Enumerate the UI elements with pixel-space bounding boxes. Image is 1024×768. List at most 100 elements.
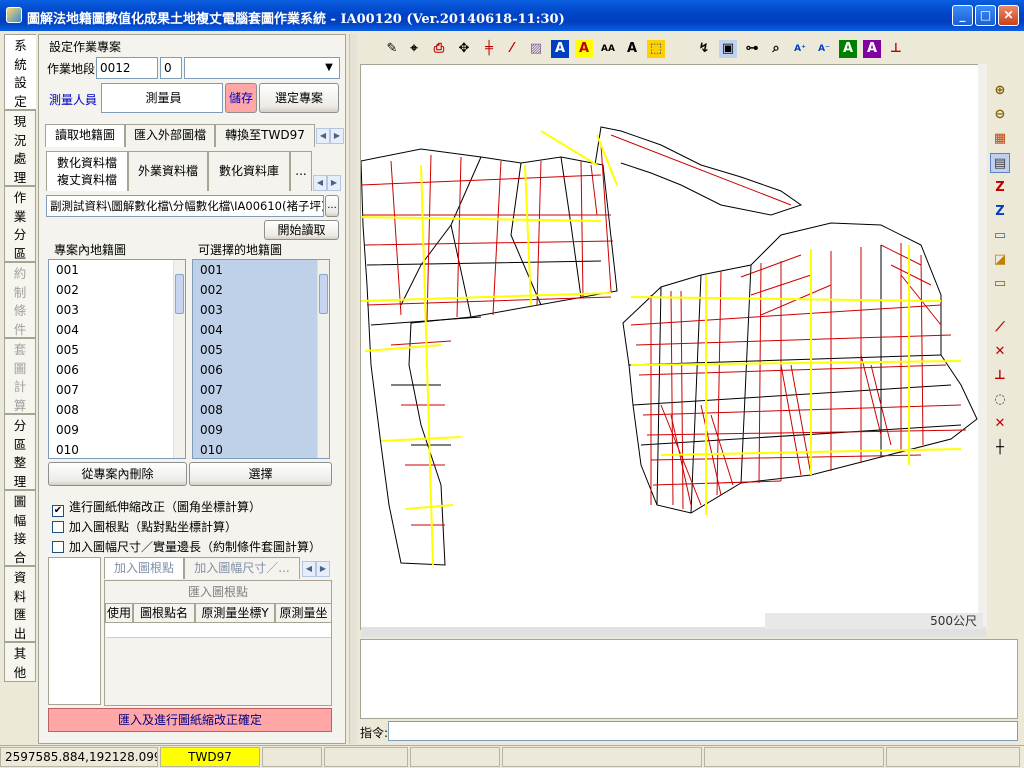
move-icon[interactable]: ✥ <box>455 40 473 58</box>
tab-convert-twd97[interactable]: 轉換至TWD97 <box>215 124 315 147</box>
scroll-right-icon[interactable]: ▶ <box>316 561 330 577</box>
checkbox[interactable] <box>52 521 64 533</box>
path-field[interactable]: 副測試資料\圖解數化檔\分幅數化檔\IA00610(褚子坪)\ <box>46 195 324 217</box>
list-item[interactable]: 008 <box>193 400 329 420</box>
list-item[interactable]: 010 <box>193 440 329 458</box>
scroll-right-icon[interactable]: ▶ <box>330 128 344 144</box>
list-item[interactable]: 007 <box>193 380 329 400</box>
start-read-button[interactable]: 開始讀取 <box>264 220 339 240</box>
list-item[interactable]: 009 <box>49 420 185 440</box>
scroll-left-icon[interactable]: ◀ <box>302 561 316 577</box>
available-sheet-list[interactable]: 001 002 003 004 005 006 007 008 009 010 <box>192 259 330 459</box>
line-draw-icon[interactable]: ⟋ <box>990 318 1010 338</box>
z-blue-icon[interactable]: Z <box>990 202 1010 222</box>
tab-constraints[interactable]: 約制條件 <box>4 262 36 338</box>
browse-button[interactable]: ... <box>325 195 339 217</box>
tab-import-external[interactable]: 匯入外部圖檔 <box>125 124 215 147</box>
list-item[interactable]: 003 <box>49 300 185 320</box>
perpendicular-icon[interactable]: ⊥ <box>990 366 1010 386</box>
fill-icon[interactable]: ▨ <box>527 40 545 58</box>
section-sub-field[interactable]: 0 <box>160 57 182 79</box>
label-purple-icon[interactable]: A <box>863 40 881 58</box>
node-icon[interactable]: ⌖ <box>405 40 423 58</box>
circle-icon[interactable]: ◌ <box>990 390 1010 410</box>
label-green-icon[interactable]: A <box>839 40 857 58</box>
minimize-button[interactable]: _ <box>952 5 973 26</box>
option-paper-scale[interactable]: ✔ 進行圖紙伸縮改正（圖角坐標計算） <box>52 498 261 517</box>
scroll-right-icon[interactable]: ▶ <box>327 175 341 191</box>
zoom-in-icon[interactable]: ⊕ <box>990 81 1010 101</box>
list-item[interactable]: 001 <box>193 260 329 280</box>
command-input[interactable] <box>388 721 1018 741</box>
text-a-icon[interactable]: A <box>623 40 641 58</box>
choose-button[interactable]: 選擇 <box>189 462 332 486</box>
tab-field-file[interactable]: 外業資料檔 <box>128 151 208 191</box>
maximize-button[interactable]: □ <box>975 5 996 26</box>
list-item[interactable]: 001 <box>49 260 185 280</box>
tab-zoning[interactable]: 作業分區 <box>4 186 36 262</box>
list-item[interactable]: 009 <box>193 420 329 440</box>
surveyor-field[interactable]: 測量員 <box>101 83 223 113</box>
snap-icon[interactable]: ↯ <box>695 40 713 58</box>
font-up-icon[interactable]: A⁺ <box>791 40 809 58</box>
map-canvas[interactable] <box>360 64 986 630</box>
layer-icon[interactable]: ▤ <box>990 153 1010 173</box>
section-dropdown[interactable]: ▼ <box>184 57 340 79</box>
checkbox[interactable] <box>52 541 64 553</box>
project-sheet-list[interactable]: 001 002 003 004 005 006 007 008 009 010 <box>48 259 186 459</box>
tab-read-cadastral[interactable]: 讀取地籍圖 <box>45 124 125 147</box>
tab-add-sheet-size[interactable]: 加入圖幅尺寸／... <box>184 557 300 579</box>
list-item[interactable]: 004 <box>49 320 185 340</box>
z-red-icon[interactable]: Z <box>990 178 1010 198</box>
list-item[interactable]: 008 <box>49 400 185 420</box>
option-control-points[interactable]: 加入圖根點（點對點坐標計算） <box>52 518 237 535</box>
list-item[interactable]: 005 <box>193 340 329 360</box>
pencil-icon[interactable]: ✎ <box>383 40 401 58</box>
list-item[interactable]: 002 <box>49 280 185 300</box>
section-code-field[interactable]: 0012 <box>96 57 158 79</box>
tab-digitized-db[interactable]: 數化資料庫 <box>208 151 290 191</box>
save-icon[interactable]: ▭ <box>990 226 1010 246</box>
delete-icon[interactable]: ✕ <box>990 414 1010 434</box>
line-icon[interactable]: ⁄ <box>503 40 521 58</box>
splitter[interactable] <box>349 34 357 744</box>
list-item[interactable]: 006 <box>193 360 329 380</box>
scroll-left-icon[interactable]: ◀ <box>313 175 327 191</box>
save-disk-icon[interactable]: ▭ <box>990 274 1010 294</box>
tab-sheet-join[interactable]: 圖幅接合 <box>4 490 36 566</box>
list-item[interactable]: 005 <box>49 340 185 360</box>
tab-overlay-calc[interactable]: 套圖計算 <box>4 338 36 414</box>
confirm-button[interactable]: 匯入及進行圖紙縮改正確定 <box>48 708 332 732</box>
scrollbar[interactable] <box>317 260 329 458</box>
text-aa-icon[interactable]: AA <box>599 40 617 58</box>
zoom-out-icon[interactable]: ⊖ <box>990 105 1010 125</box>
option-sheet-size[interactable]: 加入圖幅尺寸／實量邊長（約制條件套圖計算） <box>52 538 321 555</box>
tab-status-processing[interactable]: 現況處理 <box>4 110 36 186</box>
grid-icon[interactable]: ▦ <box>990 129 1010 149</box>
tab-other[interactable]: 其他 <box>4 642 36 682</box>
list-item[interactable]: 004 <box>193 320 329 340</box>
save-button[interactable]: 儲存 <box>225 83 257 113</box>
list-item[interactable]: 007 <box>49 380 185 400</box>
line-cut-icon[interactable]: ╪ <box>480 40 498 58</box>
tab-zone-arrange[interactable]: 分區整理 <box>4 414 36 490</box>
tab-data-export[interactable]: 資料匯出 <box>4 566 36 642</box>
close-button[interactable]: ✕ <box>998 5 1019 26</box>
list-item[interactable]: 003 <box>193 300 329 320</box>
checkbox-checked[interactable]: ✔ <box>52 505 64 517</box>
scroll-left-icon[interactable]: ◀ <box>316 128 330 144</box>
tab-system-settings[interactable]: 系統設定 <box>4 34 36 110</box>
tab-digitized-file[interactable]: 數化資料檔 複丈資料檔 <box>46 151 128 191</box>
plus-icon[interactable]: ┼ <box>990 438 1010 458</box>
cross-icon[interactable]: ✕ <box>990 342 1010 362</box>
select-project-button[interactable]: 選定專案 <box>259 83 339 113</box>
table-row[interactable] <box>106 623 331 638</box>
list-item[interactable]: 002 <box>193 280 329 300</box>
tab-more[interactable]: ... <box>290 151 312 191</box>
zoom-window-icon[interactable]: ⌕ <box>767 40 785 58</box>
list-item[interactable]: 010 <box>49 440 185 458</box>
transform-icon[interactable]: ⬚ <box>647 40 665 58</box>
text-a-yellow-icon[interactable]: A <box>575 40 593 58</box>
measure-icon[interactable]: ⊶ <box>743 40 761 58</box>
select-rect-icon[interactable]: ▣ <box>719 40 737 58</box>
